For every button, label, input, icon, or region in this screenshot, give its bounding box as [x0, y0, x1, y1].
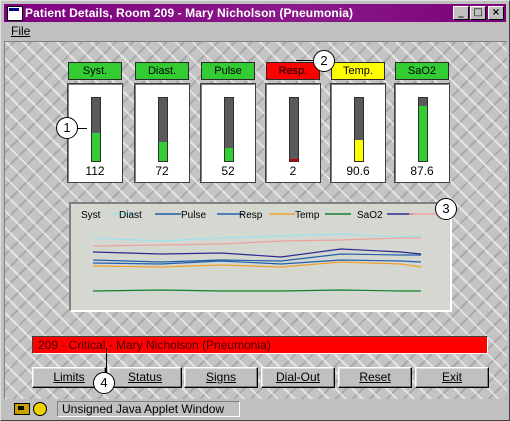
vital-gauge-fill-1 — [159, 142, 167, 161]
vital-label-1: Diast. — [135, 62, 189, 80]
legend-label-4: Temp — [295, 210, 320, 221]
title-bar[interactable]: Patient Details, Room 209 - Mary Nichols… — [4, 4, 506, 22]
callout-1: 1 — [56, 117, 78, 139]
callout-4: 4 — [93, 372, 115, 394]
vital-gauge-box-3: 2 — [265, 83, 321, 183]
exit-button[interactable]: Exit — [415, 367, 489, 388]
callout-1-line — [77, 128, 87, 129]
dialout-button-label: Dial-Out — [275, 370, 320, 384]
exit-button-label: Exit — [441, 370, 462, 384]
vital-value-0: 112 — [85, 164, 105, 178]
vital-gauge-2 — [224, 97, 234, 162]
trend-line-6 — [92, 289, 421, 292]
status-bar: Unsigned Java Applet Window — [4, 399, 506, 419]
signs-button-label: Signs — [205, 370, 237, 384]
callout-2: 2 — [313, 50, 335, 72]
vital-value-5: 87.6 — [410, 164, 434, 178]
menu-bar: File — [4, 23, 506, 40]
vital-gauge-box-2: 52 — [200, 83, 256, 183]
vital-gauge-box-4: 90.6 — [330, 83, 386, 183]
vital-gauge-box-5: 87.6 — [394, 83, 450, 183]
reset-button-label: Reset — [359, 370, 391, 384]
reset-button[interactable]: Reset — [338, 367, 412, 388]
vital-label-4: Temp. — [331, 62, 385, 80]
legend-label-0: Syst — [81, 210, 101, 221]
trend-line-1 — [92, 237, 421, 247]
vital-gauge-4 — [354, 97, 364, 162]
maximize-button[interactable]: □ — [470, 6, 486, 20]
key-icon — [14, 403, 30, 415]
dialout-button[interactable]: Dial-Out — [261, 367, 335, 388]
vital-value-4: 90.6 — [346, 164, 370, 178]
window-icon — [7, 6, 23, 21]
vital-label-0: Syst. — [68, 62, 122, 80]
minimize-button[interactable]: _ — [453, 6, 469, 20]
limits-button-label: Limits — [53, 370, 85, 384]
applet-window: Patient Details, Room 209 - Mary Nichols… — [0, 0, 510, 421]
vital-gauge-fill-5 — [419, 106, 427, 161]
applet-warning-text: Unsigned Java Applet Window — [57, 401, 240, 417]
vital-value-3: 2 — [289, 164, 297, 178]
vital-label-2: Pulse — [201, 62, 255, 80]
legend-label-3: Resp — [239, 210, 263, 221]
menu-file[interactable]: File — [11, 24, 30, 38]
status-button-label: Status — [127, 370, 163, 384]
close-button[interactable]: × — [488, 6, 504, 20]
legend-label-2: Pulse — [181, 210, 206, 221]
legend-label-1: Diast — [119, 210, 142, 221]
vital-gauge-fill-0 — [92, 133, 100, 161]
vital-gauge-5 — [418, 97, 428, 162]
vital-value-1: 72 — [155, 164, 169, 178]
trend-chart-svg: Syst Diast Pulse Resp Temp SaO2 — [81, 210, 435, 292]
legend-label-5: SaO2 — [357, 210, 383, 221]
vital-gauge-box-1: 72 — [134, 83, 190, 183]
trend-line-0 — [92, 233, 422, 242]
window-title: Patient Details, Room 209 - Mary Nichols… — [25, 6, 354, 20]
vital-value-2: 52 — [221, 164, 235, 178]
vital-gauge-3 — [289, 97, 299, 162]
signs-button[interactable]: Signs — [184, 367, 258, 388]
trend-line-2 — [92, 248, 422, 258]
alert-banner: 209 - Critical - Mary Nicholson (Pneumon… — [32, 336, 488, 354]
vital-label-5: SaO2 — [395, 62, 449, 80]
menu-file-label: File — [11, 24, 31, 38]
vital-gauge-0 — [91, 97, 101, 162]
vital-gauge-fill-2 — [225, 148, 233, 161]
vital-gauge-fill-3 — [290, 159, 298, 161]
vital-label-3: Resp. — [266, 62, 320, 80]
vital-gauge-1 — [158, 97, 168, 162]
callout-3: 3 — [435, 198, 457, 220]
vital-gauge-fill-4 — [355, 140, 363, 161]
status-button[interactable]: Status — [108, 367, 182, 388]
patient-panel: Syst. 112 Diast. 72 Pulse 52 Resp. 2 Temp. 90.6 Sa… — [4, 41, 507, 399]
trend-chart: Syst Diast Pulse Resp Temp SaO2 — [69, 202, 452, 312]
java-coffee-icon — [33, 402, 47, 416]
